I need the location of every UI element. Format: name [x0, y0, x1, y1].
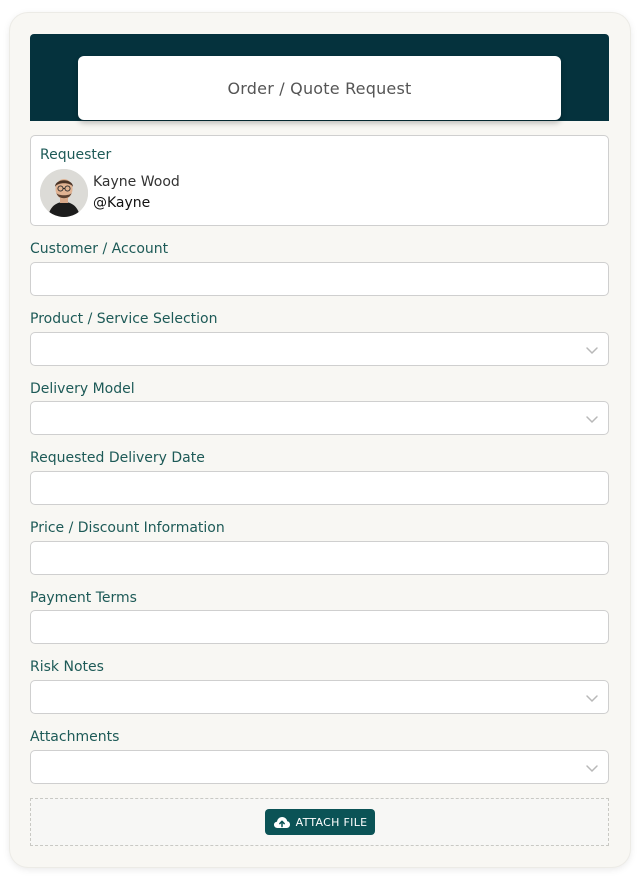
cloud-upload-icon	[273, 817, 290, 828]
risk-notes-select[interactable]	[30, 680, 609, 714]
chevron-down-icon	[586, 347, 598, 355]
requested-delivery-date-input[interactable]	[30, 471, 609, 505]
attach-file-label: ATTACH FILE	[295, 815, 368, 829]
risk-notes-label: Risk Notes	[30, 659, 104, 675]
requester-name: Kayne Wood	[93, 174, 180, 190]
attachment-dropzone[interactable]: ATTACH FILE	[30, 798, 609, 846]
delivery-model-select[interactable]	[30, 401, 609, 435]
attachments-label: Attachments	[30, 729, 120, 745]
requester-handle: @Kayne	[93, 195, 151, 211]
payment-terms-input[interactable]	[30, 610, 609, 644]
requested-delivery-date-label: Requested Delivery Date	[30, 450, 205, 466]
attach-file-button[interactable]: ATTACH FILE	[265, 809, 375, 835]
requester-label: Requester	[40, 147, 112, 163]
product-service-select[interactable]	[30, 332, 609, 366]
customer-account-label: Customer / Account	[30, 241, 169, 257]
price-discount-input[interactable]	[30, 541, 609, 575]
attachments-select[interactable]	[30, 750, 609, 784]
form-title: Order / Quote Request	[78, 56, 561, 120]
product-service-label: Product / Service Selection	[30, 311, 218, 327]
chevron-down-icon	[586, 695, 598, 703]
customer-account-input[interactable]	[30, 262, 609, 296]
price-discount-label: Price / Discount Information	[30, 520, 225, 536]
form-header: Order / Quote Request	[30, 34, 609, 121]
requester-card: Requester Kayne Wood @Kayne	[30, 135, 609, 226]
chevron-down-icon	[586, 416, 598, 424]
payment-terms-label: Payment Terms	[30, 590, 137, 606]
delivery-model-label: Delivery Model	[30, 381, 135, 397]
chevron-down-icon	[586, 765, 598, 773]
form-card: Order / Quote Request Requester Kayne Wo…	[10, 13, 630, 867]
avatar	[40, 169, 88, 217]
